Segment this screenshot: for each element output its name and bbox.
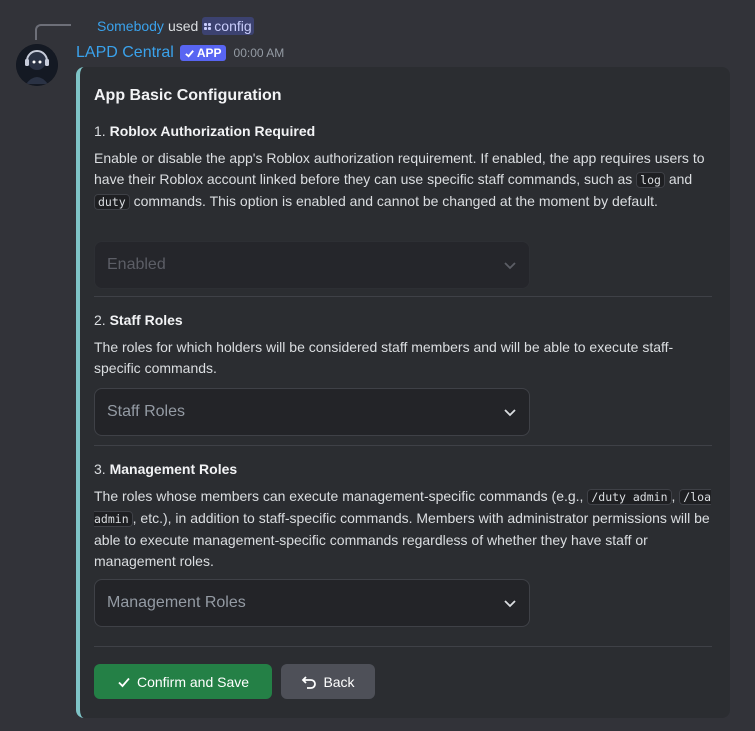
app-tag-label: APP bbox=[196, 46, 222, 60]
back-button[interactable]: Back bbox=[281, 664, 375, 699]
section-1-number: 1. bbox=[94, 123, 106, 139]
section-2-description: The roles for which holders will be cons… bbox=[94, 339, 674, 376]
section-2-title: Staff Roles bbox=[109, 312, 183, 328]
section-3-title: Management Roles bbox=[109, 461, 238, 477]
divider bbox=[94, 296, 712, 297]
divider bbox=[94, 445, 712, 446]
desc-text: commands. This option is enabled and can… bbox=[129, 193, 658, 209]
section-1-description: Enable or disable the app's Roblox autho… bbox=[94, 148, 714, 213]
chevron-down-icon bbox=[504, 262, 516, 270]
command-grid-icon bbox=[204, 22, 212, 30]
embed-title: App Basic Configuration bbox=[94, 87, 282, 104]
inline-code: duty bbox=[94, 194, 130, 210]
undo-arrow-icon bbox=[302, 675, 317, 689]
confirm-and-save-button[interactable]: Confirm and Save bbox=[94, 664, 272, 699]
app-tag: APP bbox=[179, 45, 226, 61]
management-roles-select[interactable]: Management Roles bbox=[94, 579, 530, 627]
reply-connector-line bbox=[35, 24, 71, 40]
inline-code: /duty admin bbox=[587, 489, 672, 505]
chevron-down-icon bbox=[504, 600, 516, 608]
desc-text: The roles whose members can execute mana… bbox=[94, 488, 588, 504]
section-1-heading: 1. Roblox Authorization Required bbox=[94, 123, 315, 139]
message-header: LAPD Central APP 00:00 AM bbox=[76, 42, 284, 64]
inline-code: log bbox=[636, 172, 665, 188]
back-button-label: Back bbox=[323, 673, 355, 690]
desc-text: Enable or disable the app's Roblox autho… bbox=[94, 150, 705, 187]
section-3-heading: 3. Management Roles bbox=[94, 461, 237, 477]
roblox-auth-select: Enabled bbox=[94, 241, 530, 289]
checkmark-icon bbox=[118, 677, 130, 687]
select-value: Enabled bbox=[107, 256, 166, 273]
bot-avatar-image bbox=[16, 44, 58, 86]
staff-roles-select[interactable]: Staff Roles bbox=[94, 388, 530, 436]
command-name: config bbox=[214, 18, 252, 34]
bot-avatar[interactable] bbox=[16, 44, 58, 86]
section-2-heading: 2. Staff Roles bbox=[94, 312, 183, 328]
select-placeholder: Management Roles bbox=[107, 594, 246, 611]
section-1-title: Roblox Authorization Required bbox=[109, 123, 316, 139]
desc-text: , etc.), in addition to staff-specific c… bbox=[94, 510, 710, 569]
desc-text: and bbox=[664, 171, 693, 187]
section-3-description: The roles whose members can execute mana… bbox=[94, 486, 714, 572]
chevron-down-icon bbox=[504, 409, 516, 417]
timestamp: 00:00 AM bbox=[233, 46, 285, 60]
reply-used-text: used bbox=[167, 18, 199, 34]
section-3-number: 3. bbox=[94, 461, 106, 477]
embed-container: App Basic Configuration 1. Roblox Author… bbox=[76, 67, 730, 718]
select-placeholder: Staff Roles bbox=[107, 403, 185, 420]
reply-username[interactable]: Somebody bbox=[97, 17, 164, 35]
reply-context: Somebody used config bbox=[97, 17, 254, 35]
check-icon bbox=[185, 49, 194, 58]
divider bbox=[94, 646, 712, 647]
bot-name[interactable]: LAPD Central bbox=[76, 44, 174, 62]
confirm-button-label: Confirm and Save bbox=[136, 673, 250, 690]
command-mention[interactable]: config bbox=[202, 17, 254, 35]
section-2-number: 2. bbox=[94, 312, 106, 328]
